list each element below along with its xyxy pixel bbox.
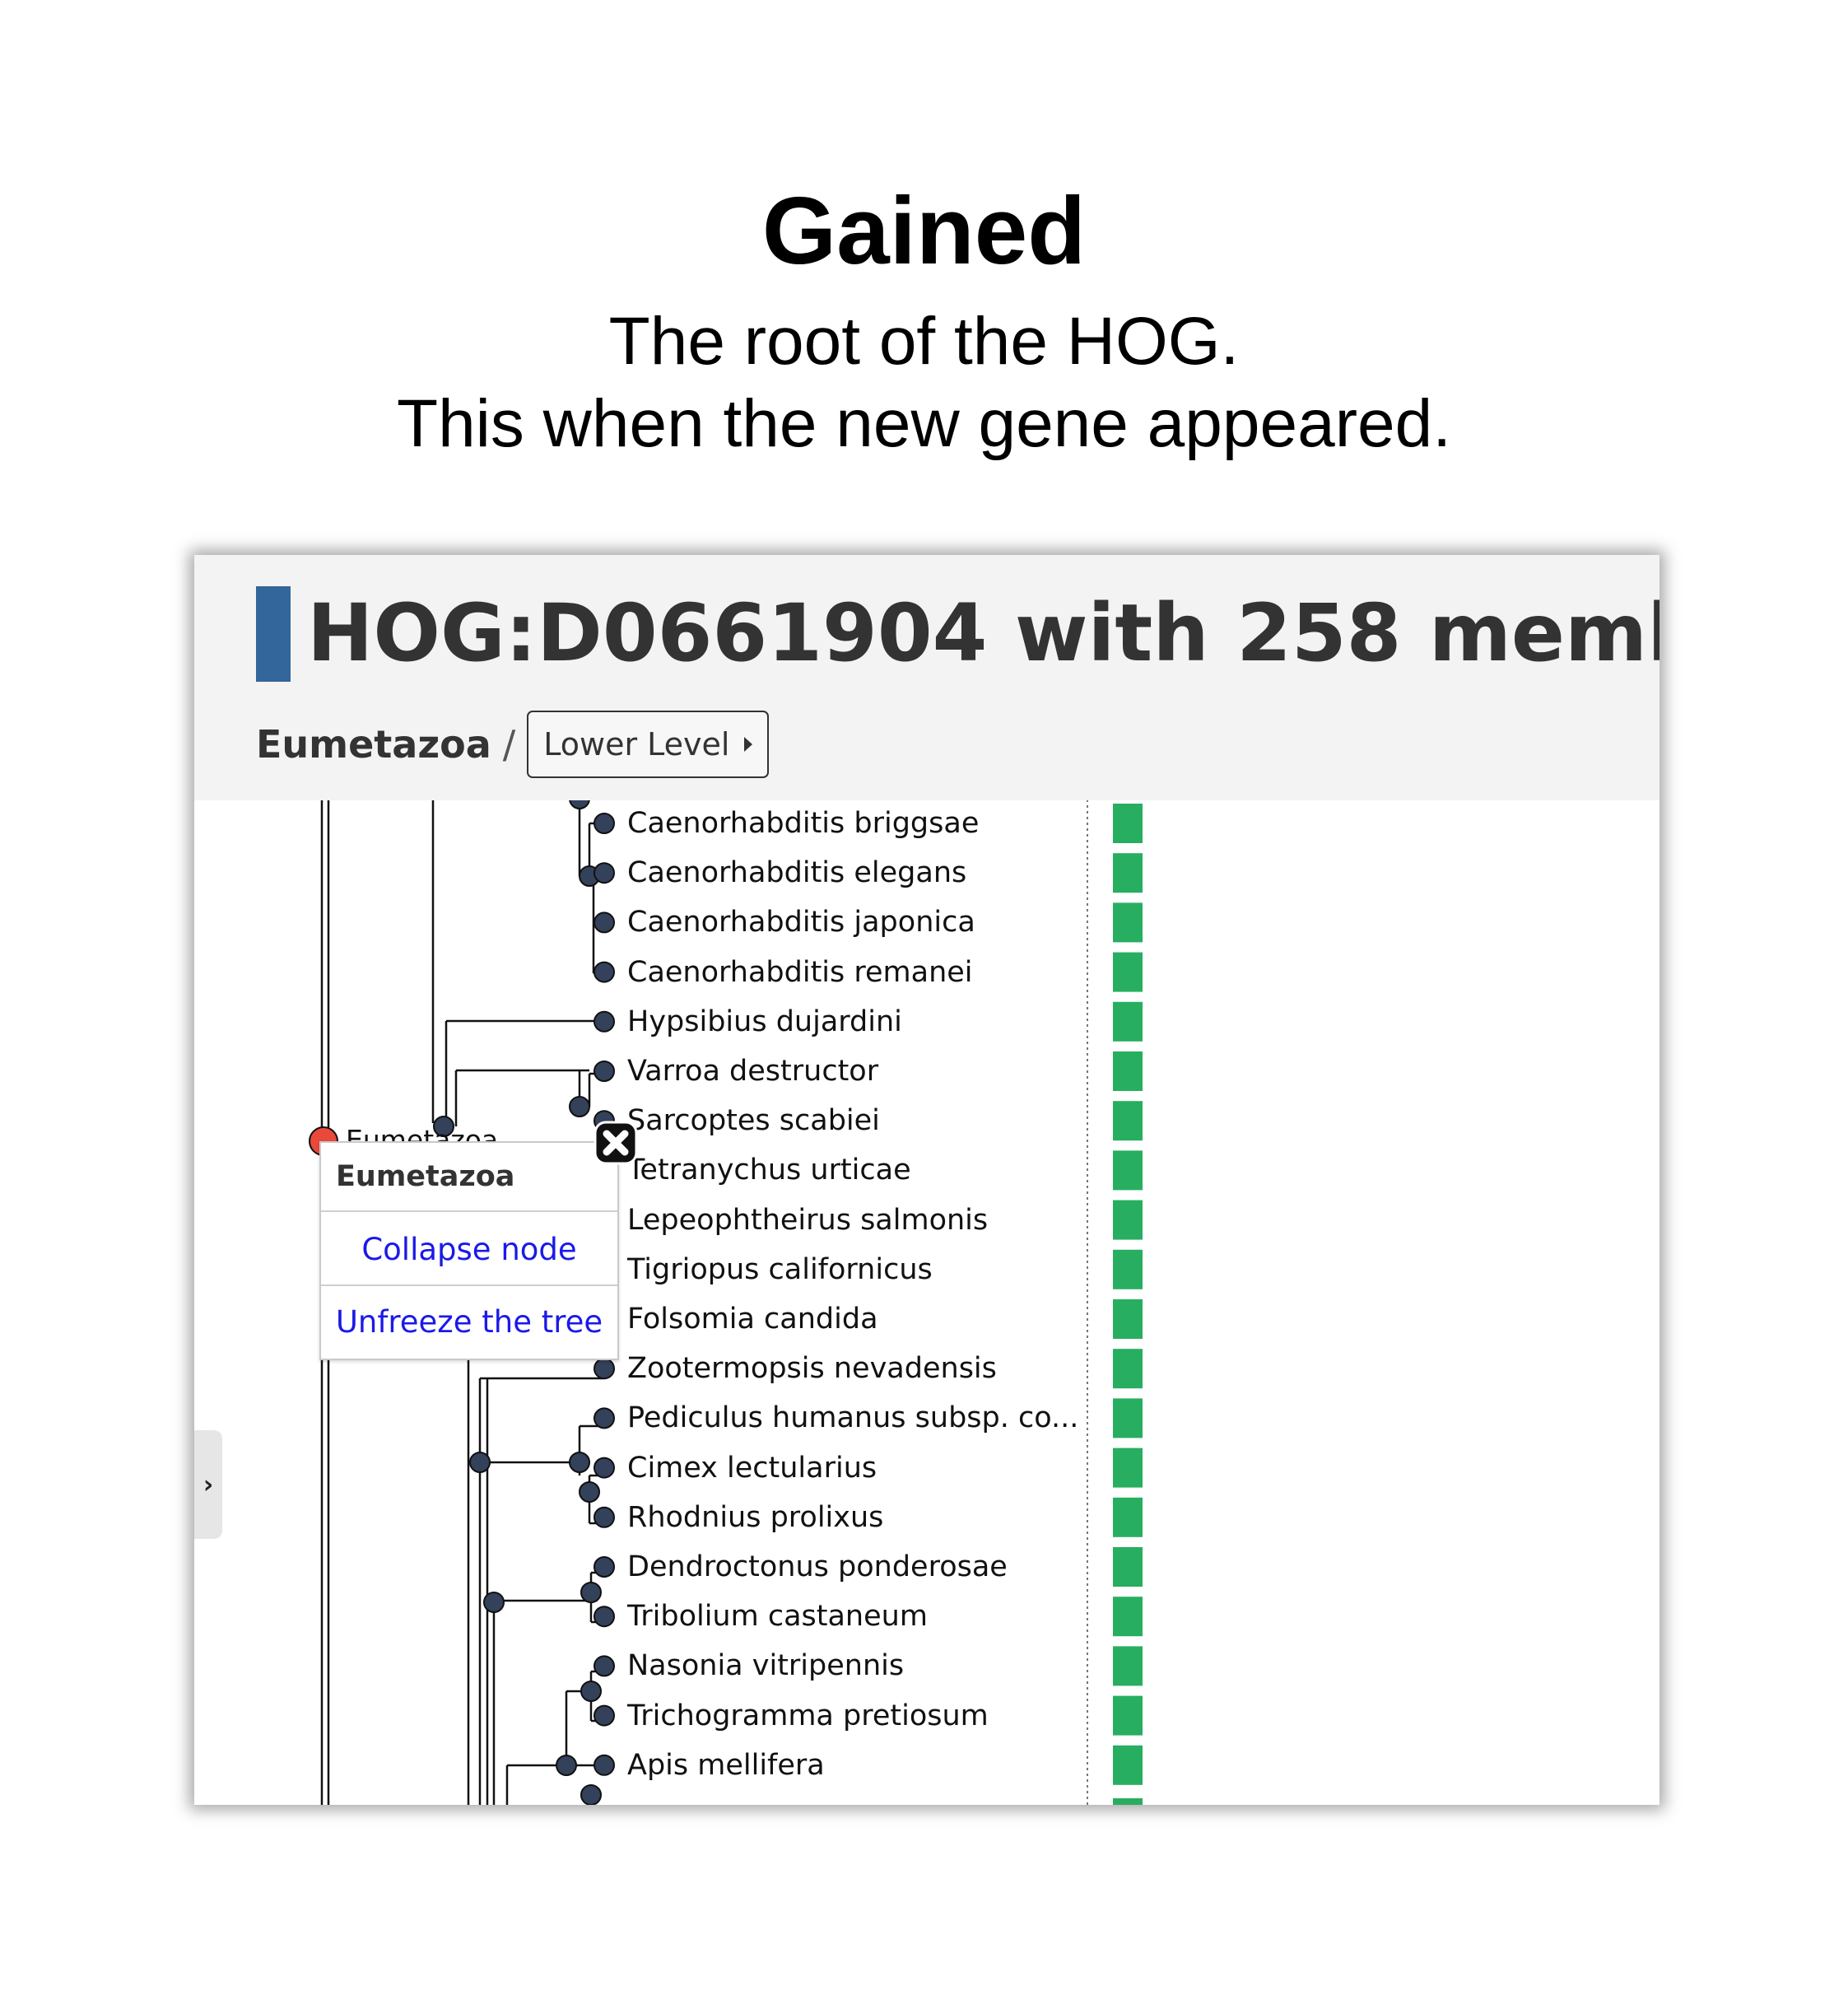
leaf-node[interactable]	[594, 1506, 615, 1528]
species-label[interactable]: Trichogramma pretiosum	[627, 1699, 989, 1733]
leaf-node[interactable]	[594, 1010, 615, 1033]
species-label[interactable]: Caenorhabditis briggsae	[627, 806, 979, 841]
species-label[interactable]: Zootermopsis nevadensis	[627, 1351, 997, 1386]
leaf-node[interactable]	[594, 1061, 615, 1082]
leaf-node[interactable]	[594, 1556, 615, 1578]
leaf-node[interactable]	[594, 1754, 615, 1776]
sidebar-toggle[interactable]: ›	[194, 1430, 222, 1539]
species-label[interactable]: Pediculus humanus subsp. co...	[627, 1401, 1078, 1435]
gene-presence-bar[interactable]	[1113, 1150, 1143, 1191]
species-label[interactable]: Tribolium castaneum	[627, 1599, 928, 1634]
species-label[interactable]: Caenorhabditis japonica	[627, 905, 975, 939]
leaf-node[interactable]	[594, 961, 615, 983]
collapse-node-action[interactable]: Collapse node	[321, 1214, 617, 1286]
gene-presence-bar[interactable]	[1113, 1646, 1143, 1686]
breadcrumb: Eumetazoa / Lower Level	[256, 711, 770, 778]
gene-presence-bar[interactable]	[1113, 804, 1143, 843]
slide-subtitle-line-1: The root of the HOG.	[608, 304, 1240, 379]
species-label[interactable]: Tigriopus californicus	[627, 1252, 933, 1287]
hog-viewer-screenshot: Eumetazoa Caenorhabditis briggsae Caenorh…	[194, 555, 1659, 1805]
gene-presence-bar[interactable]	[1113, 1695, 1143, 1736]
species-label[interactable]: Varroa destructor	[627, 1054, 878, 1089]
leaf-node[interactable]	[594, 813, 615, 834]
gene-presence-bar[interactable]	[1113, 902, 1143, 943]
leaf-node[interactable]	[594, 911, 615, 934]
leaf-node[interactable]	[594, 1358, 615, 1380]
species-label[interactable]: Nasonia vitripennis	[627, 1648, 904, 1683]
leaf-node[interactable]	[594, 1606, 615, 1628]
leaf-node[interactable]	[594, 1655, 615, 1677]
gene-presence-bar[interactable]	[1113, 1745, 1143, 1785]
gene-presence-bar[interactable]	[1113, 1798, 1143, 1805]
gene-presence-bar[interactable]	[1113, 853, 1143, 893]
hog-title: HOG:D0661904 with 258 members	[307, 587, 1659, 679]
unfreeze-tree-action[interactable]: Unfreeze the tree	[321, 1286, 617, 1357]
breadcrumb-level[interactable]: Eumetazoa	[256, 722, 491, 767]
species-label[interactable]: Caenorhabditis elegans	[627, 855, 966, 890]
close-icon[interactable]	[593, 1120, 639, 1166]
gene-presence-bar[interactable]	[1113, 1200, 1143, 1240]
gene-presence-bar[interactable]	[1113, 1448, 1143, 1488]
gene-presence-bar[interactable]	[1113, 1398, 1143, 1438]
gene-presence-bar[interactable]	[1113, 1249, 1143, 1289]
slide-title: Gained	[761, 177, 1087, 284]
gene-presence-bar[interactable]	[1113, 952, 1143, 992]
caret-right-icon	[744, 737, 753, 752]
gene-presence-bar[interactable]	[1113, 1101, 1143, 1141]
gene-presence-bar[interactable]	[1113, 1349, 1143, 1389]
slide-subtitle-line-2: This when the new gene appeared.	[396, 386, 1451, 461]
node-context-menu: Eumetazoa Collapse node Unfreeze the tre…	[319, 1141, 619, 1360]
species-label[interactable]: Tetranychus urticae	[627, 1153, 911, 1187]
species-label[interactable]: Folsomia candida	[627, 1302, 878, 1336]
species-label[interactable]: Apis mellifera	[627, 1748, 825, 1783]
title-accent-bar	[256, 586, 291, 682]
species-label[interactable]: Dendroctonus ponderosae	[627, 1550, 1008, 1584]
breadcrumb-separator: /	[502, 722, 516, 767]
gene-presence-bar[interactable]	[1113, 1547, 1143, 1587]
species-label[interactable]: Caenorhabditis remanei	[627, 955, 973, 990]
leaf-node[interactable]	[594, 1407, 615, 1429]
gene-presence-bar[interactable]	[1113, 1051, 1143, 1091]
leaf-node[interactable]	[594, 862, 615, 884]
leaf-node[interactable]	[594, 1704, 615, 1727]
species-label[interactable]: Rhodnius prolixus	[627, 1500, 883, 1535]
gene-presence-bar[interactable]	[1113, 1497, 1143, 1537]
species-label[interactable]: Lepeophtheirus salmonis	[627, 1203, 988, 1238]
leaf-node[interactable]	[594, 1457, 615, 1479]
species-label[interactable]: Cimex lectularius	[627, 1451, 877, 1485]
gene-presence-bar[interactable]	[1113, 1001, 1143, 1042]
gene-presence-bar[interactable]	[1113, 1299, 1143, 1339]
hog-header: HOG:D0661904 with 258 members Eumetazoa …	[194, 555, 1659, 800]
species-label[interactable]: Hypsibius dujardini	[627, 1005, 902, 1039]
lower-level-button[interactable]: Lower Level	[527, 711, 770, 778]
context-menu-title: Eumetazoa	[321, 1143, 617, 1212]
lower-level-label: Lower Level	[543, 726, 730, 762]
gene-presence-bar[interactable]	[1113, 1597, 1143, 1637]
species-label[interactable]: Sarcoptes scabiei	[627, 1103, 880, 1138]
